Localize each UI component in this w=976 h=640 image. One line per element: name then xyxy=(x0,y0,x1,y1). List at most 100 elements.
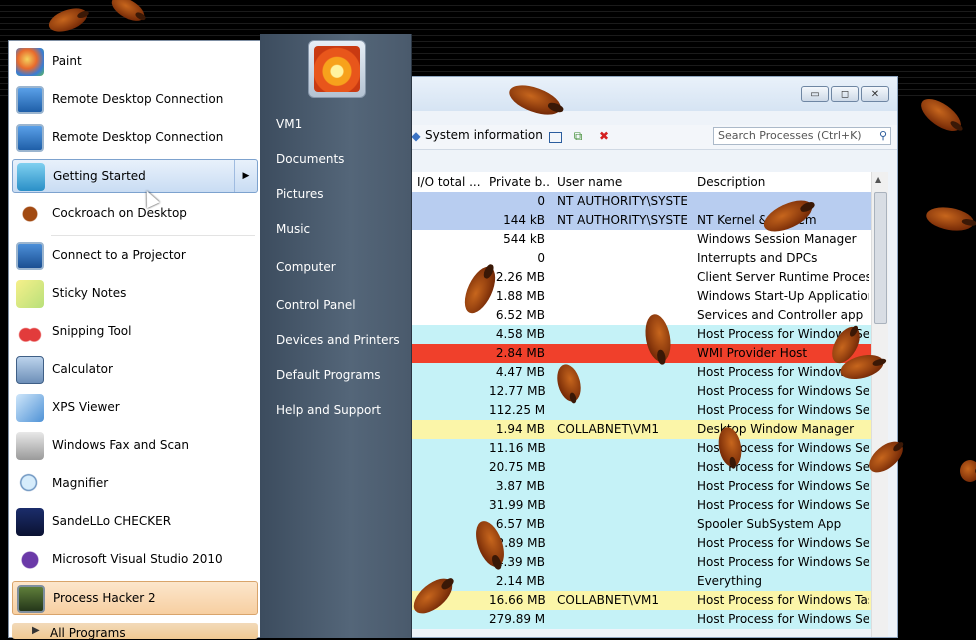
maximize-button[interactable]: ◻ xyxy=(831,86,859,102)
start-item-calculator[interactable]: Calculator xyxy=(12,353,258,387)
start-item-label: Connect to a Projector xyxy=(52,248,186,262)
xps-viewer-icon xyxy=(16,394,44,422)
start-item-microsoft-visual-studio-2010[interactable]: Microsoft Visual Studio 2010 xyxy=(12,543,258,577)
cell-private: 11.16 MB xyxy=(489,441,545,455)
table-row[interactable]: 16.66 MB COLLABNET\VM1 Host Process for Wi… xyxy=(411,591,871,610)
cell-desc: Everything xyxy=(697,574,762,588)
start-item-label: Process Hacker 2 xyxy=(53,591,156,605)
start-menu-programs: Paint Remote Desktop Connection Remote Des… xyxy=(8,40,260,640)
system-info-button[interactable]: System information xyxy=(425,128,543,142)
start-menu-divider xyxy=(51,235,255,236)
table-row[interactable]: 2.84 MB WMI Provider Host xyxy=(411,344,871,363)
scrollbar-thumb[interactable] xyxy=(874,192,887,324)
table-row[interactable]: 11.16 MB Host Process for Windows Ser... xyxy=(411,439,871,458)
projector-icon xyxy=(16,242,44,270)
start-place-pictures[interactable]: Pictures xyxy=(276,187,324,201)
start-item-label: Cockroach on Desktop xyxy=(52,206,187,220)
calculator-icon xyxy=(16,356,44,384)
close-button[interactable]: ✕ xyxy=(861,86,889,102)
cell-desc: Client Server Runtime Process xyxy=(697,270,869,284)
start-item-label: Getting Started xyxy=(53,169,146,183)
window-icon[interactable] xyxy=(549,132,562,143)
user-picture[interactable] xyxy=(308,40,366,98)
table-row[interactable]: 279.89 MB Host Process for Windows Ser... xyxy=(411,610,871,629)
sticky-notes-icon xyxy=(16,280,44,308)
start-item-label: Magnifier xyxy=(52,476,109,490)
process-hacker-window: ▭ ◻ ✕ ◆ System information ⧉ ✖ Search Pr… xyxy=(388,76,898,638)
column-description[interactable]: Description xyxy=(697,175,867,189)
cell-private: 12.77 MB xyxy=(489,384,545,398)
start-item-cockroach-on-desktop[interactable]: Cockroach on Desktop xyxy=(12,197,258,231)
submenu-arrow-icon[interactable]: ▶ xyxy=(234,160,257,192)
cell-desc: Interrupts and DPCs xyxy=(697,251,818,265)
column-user-name[interactable]: User name xyxy=(557,175,687,189)
start-item-magnifier[interactable]: Magnifier xyxy=(12,467,258,501)
cell-private: 0 xyxy=(537,194,545,208)
start-place-default-programs[interactable]: Default Programs xyxy=(276,368,381,382)
start-item-label: SandeLLo CHECKER xyxy=(52,514,172,528)
start-item-process-hacker-2[interactable]: Process Hacker 2 xyxy=(12,581,258,615)
terminate-icon[interactable]: ✖ xyxy=(597,129,611,143)
cell-private: 144 kB xyxy=(503,213,545,227)
cell-private: 1.94 MB xyxy=(495,422,545,436)
cockroach-icon xyxy=(924,203,976,235)
table-row[interactable]: 3.87 MB Host Process for Windows Ser... xyxy=(411,477,871,496)
cell-private: 279.89 MB xyxy=(489,612,545,626)
table-row[interactable]: 4.58 MB Host Process for Windows Ser... xyxy=(411,325,871,344)
start-item-sandello-checker[interactable]: SandeLLo CHECKER xyxy=(12,505,258,539)
start-place-computer[interactable]: Computer xyxy=(276,260,336,274)
start-place-help-and-support[interactable]: Help and Support xyxy=(276,403,381,417)
table-row[interactable]: 2.14 MB Everything xyxy=(411,572,871,591)
start-item-remote-desktop-connection[interactable]: Remote Desktop Connection xyxy=(12,83,258,117)
cell-private: 31.99 MB xyxy=(489,498,545,512)
find-window-icon[interactable]: ⧉ xyxy=(571,129,585,143)
vertical-scrollbar[interactable]: ▲ xyxy=(871,172,888,637)
start-item-remote-desktop-connection[interactable]: Remote Desktop Connection xyxy=(12,121,258,155)
snipping-tool-icon xyxy=(16,318,44,346)
start-place-control-panel[interactable]: Control Panel xyxy=(276,298,356,312)
start-item-windows-fax-and-scan[interactable]: Windows Fax and Scan xyxy=(12,429,258,463)
remote-desktop-icon xyxy=(16,86,44,114)
minimize-button[interactable]: ▭ xyxy=(801,86,829,102)
cell-private: 112.25 MB xyxy=(489,403,545,417)
remote-desktop-icon xyxy=(16,124,44,152)
start-item-connect-to-a-projector[interactable]: Connect to a Projector xyxy=(12,239,258,273)
start-item-paint[interactable]: Paint xyxy=(12,45,258,79)
start-item-label: Sticky Notes xyxy=(52,286,127,300)
all-programs-button[interactable]: ▶ All Programs xyxy=(12,623,258,640)
cell-desc: Host Process for Windows Ser... xyxy=(697,479,869,493)
start-place-vm1[interactable]: VM1 xyxy=(276,117,302,131)
scroll-up-icon[interactable]: ▲ xyxy=(875,175,881,184)
table-row[interactable]: 544 kB Windows Session Manager xyxy=(411,230,871,249)
table-row[interactable]: 112.25 MB Host Process for Windows Ser... xyxy=(411,401,871,420)
cell-desc: Host Process for Windows Ser... xyxy=(697,403,869,417)
start-place-music[interactable]: Music xyxy=(276,222,310,236)
start-item-snipping-tool[interactable]: Snipping Tool xyxy=(12,315,258,349)
table-row[interactable]: 1.94 MB COLLABNET\VM1 Desktop Window Manag… xyxy=(411,420,871,439)
start-item-label: XPS Viewer xyxy=(52,400,120,414)
process-hacker-icon xyxy=(17,585,45,613)
column-io-total[interactable]: I/O total ... xyxy=(417,175,483,189)
toolbar: ◆ System information ⧉ ✖ Search Processe… xyxy=(389,125,897,150)
start-place-devices-and-printers[interactable]: Devices and Printers xyxy=(276,333,400,347)
start-item-xps-viewer[interactable]: XPS Viewer xyxy=(12,391,258,425)
start-place-documents[interactable]: Documents xyxy=(276,152,344,166)
cell-private: 2.84 MB xyxy=(495,346,545,360)
cell-private: 16.66 MB xyxy=(489,593,545,607)
cell-desc: Services and Controller app xyxy=(697,308,864,322)
table-row[interactable]: 31.99 MB Host Process for Windows Ser... xyxy=(411,496,871,515)
table-row[interactable]: 4.47 MB Host Process for Windows Ser... xyxy=(411,363,871,382)
cell-private: 544 kB xyxy=(503,232,545,246)
start-item-sticky-notes[interactable]: Sticky Notes xyxy=(12,277,258,311)
visual-studio-icon xyxy=(16,546,44,574)
table-row[interactable]: 20.75 MB Host Process for Windows Ser... xyxy=(411,458,871,477)
table-row[interactable]: 4.39 MB Host Process for Windows Ser... xyxy=(411,553,871,572)
start-item-label: Calculator xyxy=(52,362,113,376)
table-row[interactable]: 12.77 MB Host Process for Windows Ser... xyxy=(411,382,871,401)
search-placeholder: Search Processes (Ctrl+K) xyxy=(718,129,862,142)
start-menu-places: VM1 Documents Pictures Music Computer Control… xyxy=(260,34,412,638)
start-item-getting-started[interactable]: Getting Started ▶ xyxy=(12,159,258,193)
search-input[interactable]: Search Processes (Ctrl+K) ⚲ xyxy=(713,127,891,145)
column-private-bytes[interactable]: Private b... xyxy=(489,175,551,189)
cell-private: 3.87 MB xyxy=(495,479,545,493)
